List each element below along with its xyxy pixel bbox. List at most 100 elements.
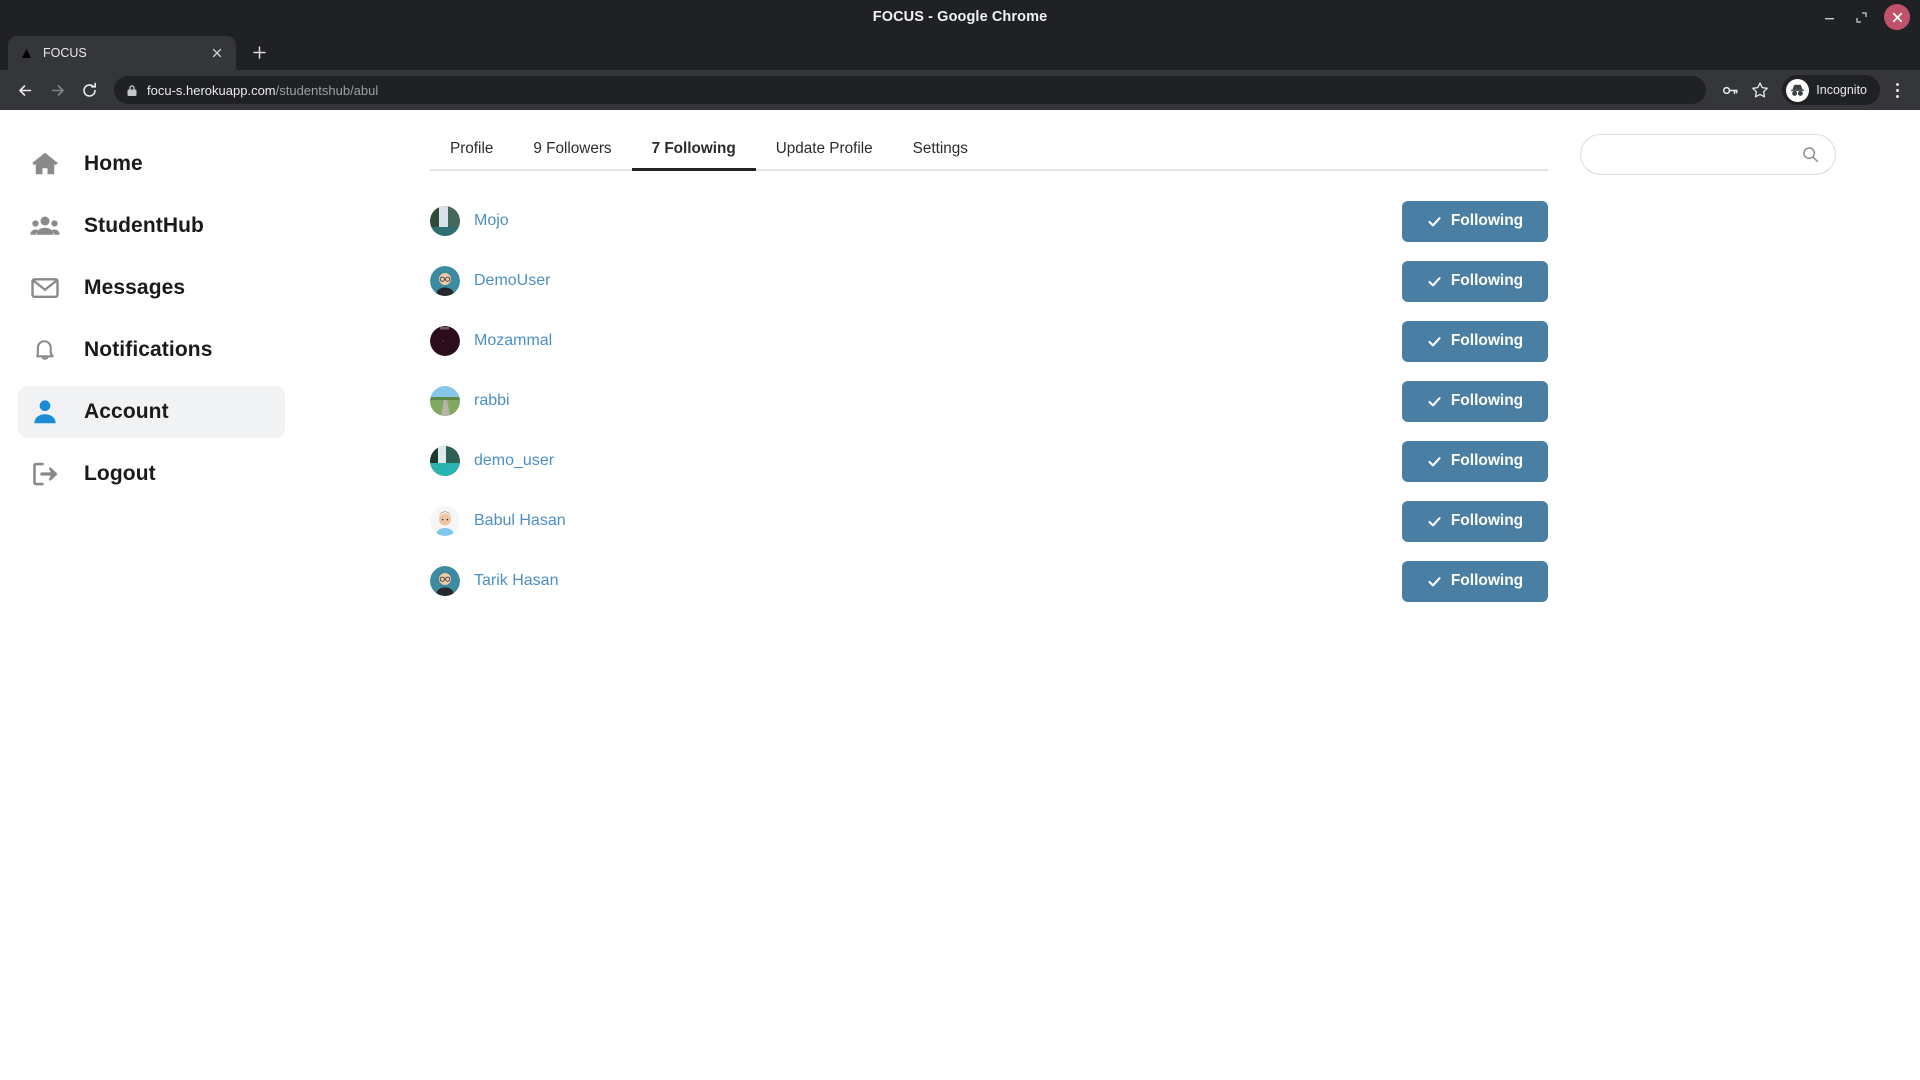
following-button-label: Following (1451, 512, 1523, 530)
following-button[interactable]: Following (1402, 501, 1548, 542)
following-button[interactable]: Following (1402, 561, 1548, 602)
search-box[interactable] (1580, 134, 1836, 175)
user-link[interactable]: Tarik Hasan (430, 566, 1402, 596)
following-button-label: Following (1451, 332, 1523, 350)
user-name: Mozammal (474, 332, 552, 350)
tab-update-profile[interactable]: Update Profile (756, 140, 893, 169)
following-button-label: Following (1451, 212, 1523, 230)
search-input[interactable] (1599, 147, 1802, 163)
sidebar-item-label: StudentHub (84, 214, 204, 238)
tab-following[interactable]: 7 Following (632, 140, 756, 169)
sidebar-item-logout[interactable]: Logout (18, 448, 285, 500)
sidebar-item-label: Messages (84, 276, 185, 300)
following-button[interactable]: Following (1402, 441, 1548, 482)
people-icon (28, 209, 62, 243)
avatar (430, 566, 460, 596)
tab-followers[interactable]: 9 Followers (513, 140, 631, 169)
sidebar-item-messages[interactable]: Messages (18, 262, 285, 314)
check-icon (1427, 334, 1442, 349)
check-icon (1427, 394, 1442, 409)
profile-tabs: Profile 9 Followers 7 Following Update P… (430, 130, 1548, 171)
kebab-menu-icon[interactable] (1884, 75, 1910, 105)
url-path: /studentshub/abul (276, 83, 379, 98)
user-link[interactable]: rabbi (430, 386, 1402, 416)
url-text: focu-s.herokuapp.com/studentshub/abul (147, 83, 378, 98)
list-item: Tarik Hasan Following (430, 551, 1548, 611)
browser-toolbar: focu-s.herokuapp.com/studentshub/abul In (0, 70, 1920, 110)
minimize-button[interactable] (1814, 2, 1844, 32)
forward-icon[interactable] (42, 75, 72, 105)
sidebar-item-home[interactable]: Home (18, 138, 285, 190)
user-name: Mojo (474, 212, 509, 230)
lock-icon (126, 84, 138, 97)
following-button[interactable]: Following (1402, 261, 1548, 302)
close-button[interactable] (1884, 4, 1910, 30)
address-bar[interactable]: focu-s.herokuapp.com/studentshub/abul (114, 76, 1706, 104)
following-button[interactable]: Following (1402, 201, 1548, 242)
sidebar-item-notifications[interactable]: Notifications (18, 324, 285, 376)
following-button[interactable]: Following (1402, 321, 1548, 362)
sidebar-item-account[interactable]: Account (18, 386, 285, 438)
sidebar-item-label: Notifications (84, 338, 212, 362)
envelope-icon (28, 271, 62, 305)
check-icon (1427, 214, 1442, 229)
incognito-label: Incognito (1816, 83, 1867, 97)
user-link[interactable]: Mojo (430, 206, 1402, 236)
following-button-label: Following (1451, 572, 1523, 590)
key-icon[interactable] (1716, 76, 1744, 104)
sidebar-item-label: Logout (84, 462, 156, 486)
home-icon (28, 147, 62, 181)
window-title: FOCUS - Google Chrome (873, 9, 1048, 25)
chrome-tab-strip: FOCUS (0, 34, 1920, 70)
user-name: Babul Hasan (474, 512, 566, 530)
user-name: demo_user (474, 452, 554, 470)
search-area (1580, 134, 1836, 175)
following-button-label: Following (1451, 272, 1523, 290)
following-button-label: Following (1451, 452, 1523, 470)
tab-profile[interactable]: Profile (430, 140, 513, 169)
new-tab-button[interactable] (244, 37, 274, 67)
browser-tab-focus[interactable]: FOCUS (8, 36, 236, 70)
user-name: DemoUser (474, 272, 550, 290)
user-name: rabbi (474, 392, 510, 410)
triangle-icon (18, 45, 34, 61)
following-button[interactable]: Following (1402, 381, 1548, 422)
browser-tab-title: FOCUS (43, 46, 199, 60)
avatar (430, 206, 460, 236)
avatar (430, 386, 460, 416)
sidebar-item-label: Account (84, 400, 169, 424)
check-icon (1427, 514, 1442, 529)
close-icon[interactable] (208, 44, 226, 62)
following-list: Mojo Following (430, 191, 1548, 611)
avatar (430, 506, 460, 536)
check-icon (1427, 574, 1442, 589)
user-link[interactable]: Babul Hasan (430, 506, 1402, 536)
tab-settings[interactable]: Settings (893, 140, 988, 169)
maximize-button[interactable] (1846, 2, 1876, 32)
check-icon (1427, 274, 1442, 289)
list-item: demo_user Following (430, 431, 1548, 491)
search-icon[interactable] (1802, 146, 1819, 163)
incognito-icon (1786, 79, 1809, 102)
user-link[interactable]: demo_user (430, 446, 1402, 476)
user-link[interactable]: Mozammal (430, 326, 1402, 356)
logout-icon (28, 457, 62, 491)
bell-icon (28, 333, 62, 367)
reload-icon[interactable] (74, 75, 104, 105)
back-icon[interactable] (10, 75, 40, 105)
avatar (430, 266, 460, 296)
avatar (430, 326, 460, 356)
user-link[interactable]: DemoUser (430, 266, 1402, 296)
avatar (430, 446, 460, 476)
sidebar-item-studenthub[interactable]: StudentHub (18, 200, 285, 252)
main-content: Profile 9 Followers 7 Following Update P… (345, 110, 1920, 1080)
url-domain: focu-s.herokuapp.com (147, 83, 276, 98)
list-item: DemoUser Following (430, 251, 1548, 311)
window-controls (1814, 0, 1914, 34)
star-icon[interactable] (1746, 76, 1774, 104)
incognito-profile-chip[interactable]: Incognito (1782, 75, 1880, 105)
list-item: Mojo Following (430, 191, 1548, 251)
browser-window: FOCUS - Google Chrome FOCUS (0, 0, 1920, 1080)
page-content: Home StudentHub Messag (0, 110, 1920, 1080)
sidebar: Home StudentHub Messag (0, 110, 345, 1080)
